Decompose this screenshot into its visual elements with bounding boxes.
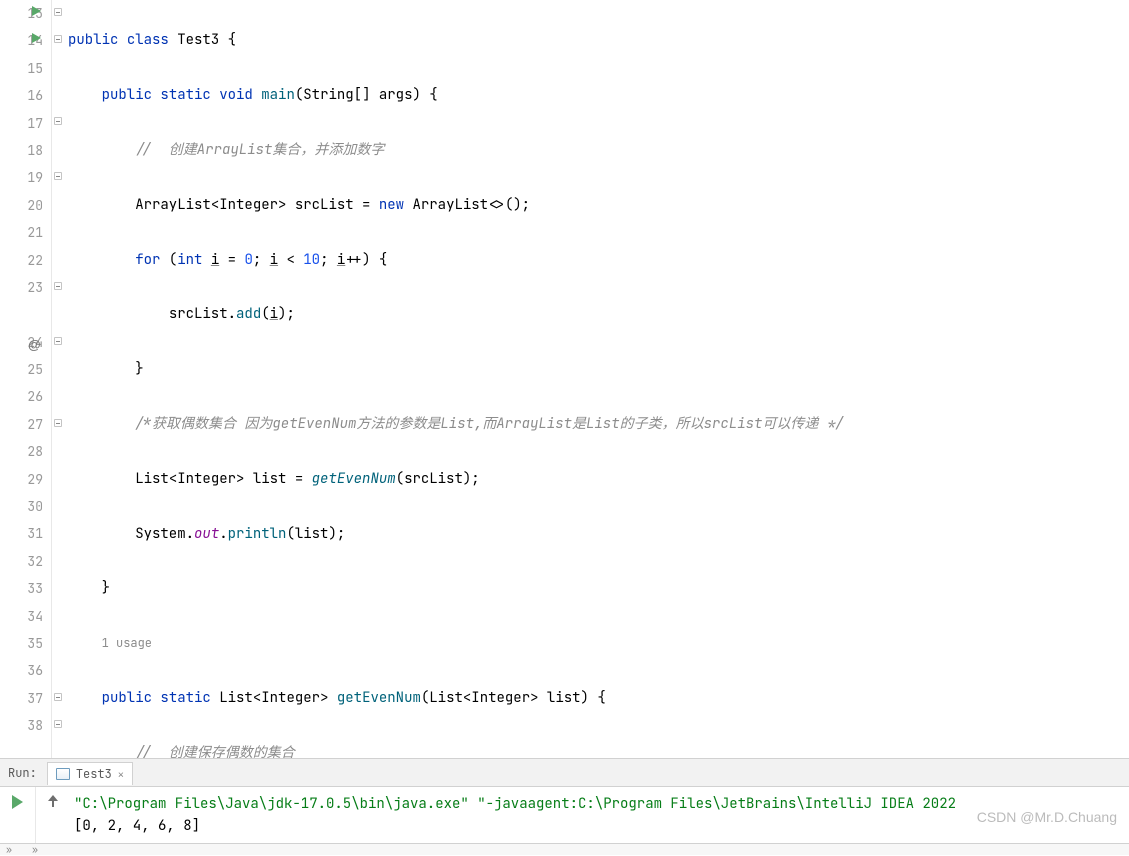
run-gutter-icon[interactable] [32,6,41,16]
run-gutter-icon[interactable] [32,33,41,43]
fold-toggle-icon[interactable] [54,8,62,16]
run-config-icon [56,768,70,780]
fold-toggle-icon[interactable] [54,337,62,345]
line-num: 16 [27,87,43,104]
line-num: 18 [27,142,43,159]
up-stack-button[interactable] [46,795,60,809]
usage-inlay[interactable]: 1 usage [102,635,152,651]
line-num: 33 [27,580,43,597]
line-num: 36 [27,662,43,679]
fold-column[interactable] [52,0,64,758]
code-editor[interactable]: public class Test3 { public static void … [64,0,1129,758]
line-num: 29 [27,471,43,488]
line-num: 17 [27,115,43,132]
line-num: 20 [27,197,43,214]
line-num: 34 [27,608,43,625]
override-gutter-icon[interactable]: @ [28,331,41,358]
run-tool-window: Run: Test3 ✕ "C:\Program Files\Java\jdk-… [0,758,1129,843]
fold-toggle-icon[interactable] [54,117,62,125]
run-header: Run: Test3 ✕ [0,759,1129,787]
line-num: 25 [27,361,43,378]
line-num: 26 [27,388,43,405]
console-line: [0, 2, 4, 6, 8] [74,815,1125,837]
close-icon[interactable]: ✕ [118,768,124,781]
fold-toggle-icon[interactable] [54,35,62,43]
fold-toggle-icon[interactable] [54,720,62,728]
run-tab-title: Test3 [76,766,112,782]
line-num: 22 [27,252,43,269]
fold-toggle-icon[interactable] [54,282,62,290]
expand-icon[interactable]: » [6,843,12,856]
run-controls-col1 [0,787,35,843]
status-bar: » » [0,843,1129,855]
line-num: 28 [27,443,43,460]
console-cmd: "C:\Program Files\Java\jdk-17.0.5\bin\ja… [74,795,469,813]
line-num: 38 [27,717,43,734]
expand-icon[interactable]: » [32,843,38,856]
line-num: 19 [27,169,43,186]
line-num: 31 [27,525,43,542]
line-num: 35 [27,635,43,652]
line-num: 15 [27,60,43,77]
line-num: 21 [27,224,43,241]
line-num: 32 [27,553,43,570]
fold-toggle-icon[interactable] [54,419,62,427]
run-tab[interactable]: Test3 ✕ [47,762,133,785]
run-label: Run: [8,765,43,781]
line-num: 23 [27,279,43,296]
line-num: 30 [27,498,43,515]
console-output[interactable]: "C:\Program Files\Java\jdk-17.0.5\bin\ja… [70,787,1129,843]
line-num: 37 [27,690,43,707]
editor-area: 13 14 15 16 17 18 19 20 21 22 23 24@ 25 … [0,0,1129,758]
fold-toggle-icon[interactable] [54,172,62,180]
rerun-button[interactable] [12,795,23,809]
line-num: 27 [27,416,43,433]
fold-toggle-icon[interactable] [54,693,62,701]
run-controls-col2 [35,787,70,843]
line-number-gutter[interactable]: 13 14 15 16 17 18 19 20 21 22 23 24@ 25 … [0,0,52,758]
